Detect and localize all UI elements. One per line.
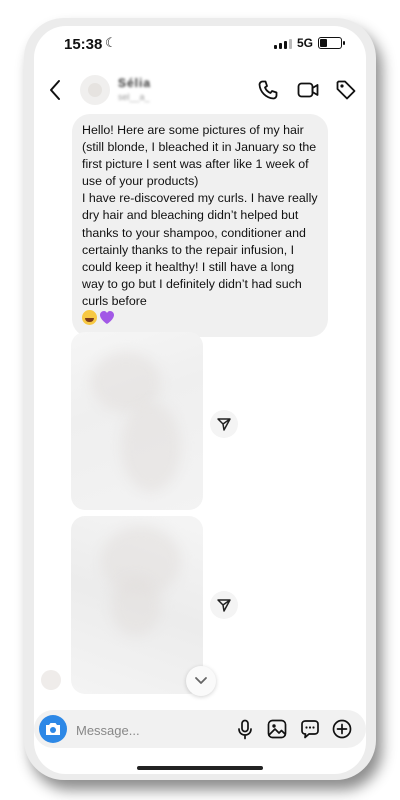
chat-screen: 15:38 ☾ 5G Sélia sel__a_ Hello! Here are…: [34, 26, 366, 774]
tag-icon[interactable]: [334, 78, 358, 102]
hair-photo[interactable]: [71, 332, 203, 510]
message-emojis: [82, 310, 318, 327]
chat-header: Sélia sel__a_: [34, 70, 366, 118]
send-icon[interactable]: [210, 410, 238, 438]
hair-photo[interactable]: [71, 516, 203, 694]
sticker-icon[interactable]: [299, 718, 321, 740]
microphone-icon[interactable]: [234, 718, 256, 740]
battery-icon: [318, 37, 345, 49]
phone-icon[interactable]: [256, 78, 280, 102]
video-camera-icon[interactable]: [296, 78, 320, 102]
plus-circle-icon[interactable]: [331, 718, 353, 740]
moon-icon: ☾: [105, 35, 117, 50]
sender-avatar: [41, 670, 61, 690]
home-indicator[interactable]: [137, 766, 263, 770]
send-icon[interactable]: [210, 591, 238, 619]
avatar[interactable]: [80, 75, 110, 105]
status-time: 15:38: [64, 36, 103, 53]
contact-username: sel__a_: [118, 92, 150, 102]
message-input[interactable]: [74, 719, 228, 741]
status-bar: 15:38 ☾ 5G: [34, 26, 366, 60]
contact-name[interactable]: Sélia: [118, 76, 151, 90]
camera-icon[interactable]: [39, 715, 67, 743]
message-bubble[interactable]: Hello! Here are some pictures of my hair…: [72, 114, 328, 338]
laughing-emoji-icon: [82, 310, 97, 326]
message-composer: [34, 710, 366, 748]
purple-heart-icon: [100, 311, 114, 325]
signal-icon: [274, 39, 292, 49]
back-icon[interactable]: [44, 76, 68, 104]
chevron-down-icon[interactable]: [186, 666, 216, 696]
message-text: Hello! Here are some pictures of my hair…: [82, 123, 317, 189]
message-text: I have re-discovered my curls. I have re…: [82, 191, 318, 308]
image-icon[interactable]: [266, 718, 288, 740]
network-label: 5G: [297, 36, 314, 50]
